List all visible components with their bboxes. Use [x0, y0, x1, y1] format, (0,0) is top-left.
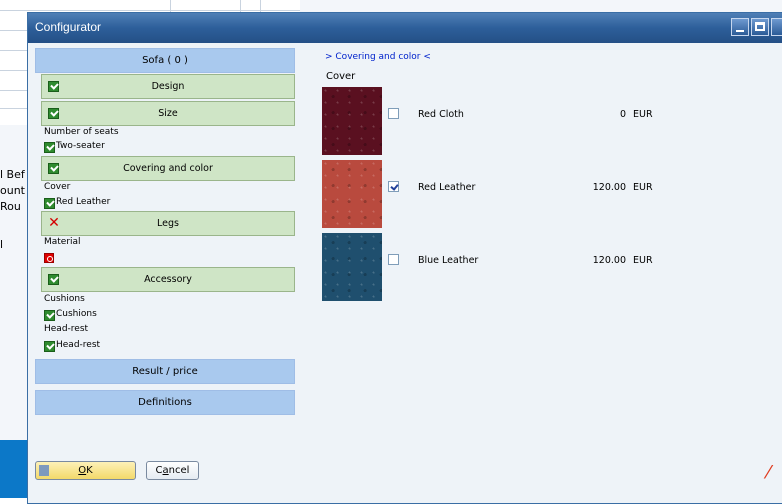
check-icon [44, 341, 55, 352]
option-currency: EUR [633, 109, 653, 120]
minimize-button[interactable] [731, 18, 749, 36]
field-value-text: Cushions [56, 309, 97, 319]
field-value-text: Two-seater [56, 141, 105, 151]
error-x-icon: ✕ [48, 215, 60, 231]
option-currency: EUR [633, 182, 653, 193]
product-header[interactable]: Sofa ( 0 ) [35, 48, 295, 73]
field-label: Number of seats [44, 127, 119, 137]
window-title: Configurator [35, 20, 102, 34]
configurator-dialog: Configurator Sofa ( 0 ) Design Size Numb… [27, 12, 782, 504]
field-value-text: Head-rest [56, 340, 101, 350]
maximize-button[interactable] [751, 18, 769, 36]
section-label: Size [158, 108, 178, 119]
option-checkbox[interactable] [388, 108, 399, 119]
section-design[interactable]: Design [41, 74, 295, 99]
ok-label-mnemonic: O [78, 465, 87, 476]
field-label: Cushions [44, 294, 85, 304]
option-currency: EUR [633, 255, 653, 266]
field-label: Cover [44, 182, 71, 192]
option-row[interactable]: Red Cloth 0 EUR [322, 87, 762, 157]
section-covering[interactable]: Covering and color [41, 156, 295, 181]
field-value-text: Red Leather [56, 197, 111, 207]
ok-label-post: K [86, 465, 93, 476]
option-row[interactable]: Red Leather 120.00 EUR [322, 160, 762, 230]
cancel-label-pre: C [155, 465, 163, 476]
option-price: 120.00 [592, 255, 626, 266]
field-label: Head-rest [44, 324, 89, 334]
section-label: Legs [157, 218, 179, 229]
check-icon [44, 198, 55, 209]
check-icon [44, 310, 55, 321]
group-label: Cover [326, 71, 356, 82]
option-row[interactable]: Blue Leather 120.00 EUR [322, 233, 762, 303]
option-price: 0 [619, 109, 626, 120]
cancel-label-post: ncel [168, 465, 190, 476]
option-price: 120.00 [592, 182, 626, 193]
section-label: Design [151, 81, 185, 92]
warning-mark: ⁄ [767, 462, 771, 483]
check-icon [44, 142, 55, 153]
option-name: Red Leather [418, 182, 476, 193]
swatch-image [322, 87, 382, 155]
minimize-icon [736, 30, 744, 32]
cancel-button[interactable]: Cancel [146, 461, 199, 480]
section-accessory[interactable]: Accessory [41, 267, 295, 292]
section-label: Covering and color [123, 163, 213, 174]
section-legs[interactable]: ✕ Legs [41, 211, 295, 236]
title-bar[interactable]: Configurator [28, 13, 782, 43]
section-label: Accessory [144, 274, 192, 285]
maximize-icon [755, 22, 765, 31]
configuration-tree: Sofa ( 0 ) Design Size Number of seats T… [35, 48, 297, 488]
swatch-image [322, 160, 382, 228]
close-button[interactable] [771, 18, 782, 36]
field-label: Material [44, 237, 81, 247]
option-checkbox[interactable] [388, 254, 399, 265]
missing-value-icon[interactable] [44, 253, 54, 263]
option-checkbox[interactable] [388, 181, 399, 192]
check-icon [48, 81, 59, 92]
default-button-marker [39, 465, 49, 476]
breadcrumb: > Covering and color < [325, 52, 431, 62]
result-price-button[interactable]: Result / price [35, 359, 295, 384]
ok-button[interactable]: OK [35, 461, 136, 480]
check-icon [48, 163, 59, 174]
check-icon [48, 108, 59, 119]
option-name: Blue Leather [418, 255, 479, 266]
check-icon [48, 274, 59, 285]
swatch-image [322, 233, 382, 301]
definitions-button[interactable]: Definitions [35, 390, 295, 415]
section-size[interactable]: Size [41, 101, 295, 126]
option-name: Red Cloth [418, 109, 464, 120]
